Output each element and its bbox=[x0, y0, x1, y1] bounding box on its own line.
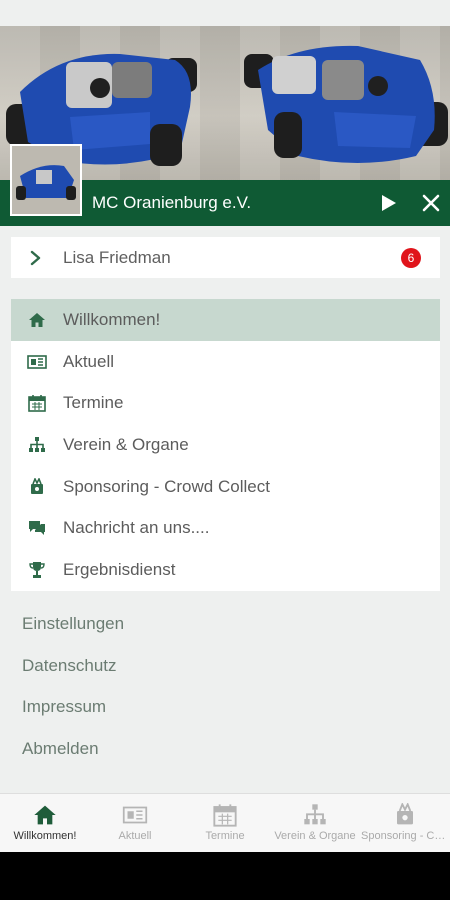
menu-item-label: Termine bbox=[63, 393, 124, 413]
tab-sponsoring[interactable]: Sponsoring - Crowd Collect bbox=[360, 794, 450, 852]
trophy-icon bbox=[27, 560, 47, 580]
club-name: MC Oranienburg e.V. bbox=[92, 193, 252, 212]
secondary-links: Einstellungen Datenschutz Impressum Abme… bbox=[22, 603, 124, 770]
user-profile-row[interactable]: Lisa Friedman 6 bbox=[11, 237, 440, 278]
sponsoring-icon bbox=[27, 477, 47, 497]
org-chart-icon bbox=[302, 803, 328, 827]
org-chart-icon bbox=[27, 435, 47, 455]
news-icon bbox=[27, 352, 47, 372]
tab-label: Termine bbox=[205, 830, 245, 842]
tab-label: Aktuell bbox=[118, 830, 152, 842]
menu-item-ergebnisdienst[interactable]: Ergebnisdienst bbox=[11, 549, 440, 591]
calendar-icon bbox=[212, 803, 238, 827]
play-icon bbox=[382, 195, 396, 211]
tab-aktuell[interactable]: Aktuell bbox=[90, 794, 180, 852]
tab-label: Verein & Organe bbox=[274, 830, 356, 842]
sponsoring-icon bbox=[392, 803, 418, 827]
link-impressum[interactable]: Impressum bbox=[22, 686, 124, 728]
notification-badge: 6 bbox=[401, 247, 421, 268]
news-icon bbox=[122, 803, 148, 827]
club-avatar[interactable] bbox=[10, 144, 82, 216]
tab-termine[interactable]: Termine bbox=[180, 794, 270, 852]
app-screen: MC Oranienburg e.V. Lisa Friedman 6 Will… bbox=[0, 0, 450, 852]
calendar-icon bbox=[27, 393, 47, 413]
kart-image-right bbox=[244, 45, 448, 163]
home-icon bbox=[32, 803, 58, 827]
tab-label: Willkommen! bbox=[13, 830, 77, 842]
close-button[interactable] bbox=[418, 190, 444, 216]
bottom-tab-bar: Willkommen! Aktuell Termine Verein & Org… bbox=[0, 793, 450, 852]
menu-item-label: Aktuell bbox=[63, 351, 115, 371]
status-bar bbox=[0, 0, 450, 26]
tab-willkommen[interactable]: Willkommen! bbox=[0, 794, 90, 852]
menu-item-nachricht[interactable]: Nachricht an uns.... bbox=[11, 507, 440, 549]
menu-item-termine[interactable]: Termine bbox=[11, 382, 440, 424]
menu-item-sponsoring[interactable]: Sponsoring - Crowd Collect bbox=[11, 466, 440, 508]
navigation-menu: Willkommen! Aktuell Termine Verein & Org… bbox=[11, 299, 440, 591]
menu-item-label: Ergebnisdienst bbox=[63, 559, 176, 579]
menu-item-label: Verein & Organe bbox=[63, 434, 189, 454]
menu-item-label: Willkommen! bbox=[63, 309, 161, 329]
tab-verein[interactable]: Verein & Organe bbox=[270, 794, 360, 852]
kart-thumbnail-image bbox=[12, 146, 80, 214]
menu-item-willkommen[interactable]: Willkommen! bbox=[11, 299, 440, 341]
menu-item-label: Nachricht an uns.... bbox=[63, 518, 210, 538]
link-einstellungen[interactable]: Einstellungen bbox=[22, 603, 124, 645]
tab-label: Sponsoring - Crowd Collect bbox=[361, 830, 449, 842]
menu-item-aktuell[interactable]: Aktuell bbox=[11, 341, 440, 383]
system-navigation-bar bbox=[0, 852, 450, 900]
menu-item-label: Sponsoring - Crowd Collect bbox=[63, 476, 270, 496]
chat-icon bbox=[27, 518, 47, 538]
close-icon bbox=[422, 194, 440, 212]
chevron-right-icon bbox=[29, 250, 53, 266]
menu-item-verein[interactable]: Verein & Organe bbox=[11, 424, 440, 466]
play-button[interactable] bbox=[375, 190, 401, 216]
link-abmelden[interactable]: Abmelden bbox=[22, 728, 124, 770]
home-icon bbox=[27, 310, 47, 330]
link-datenschutz[interactable]: Datenschutz bbox=[22, 645, 124, 687]
user-name: Lisa Friedman bbox=[63, 247, 171, 267]
